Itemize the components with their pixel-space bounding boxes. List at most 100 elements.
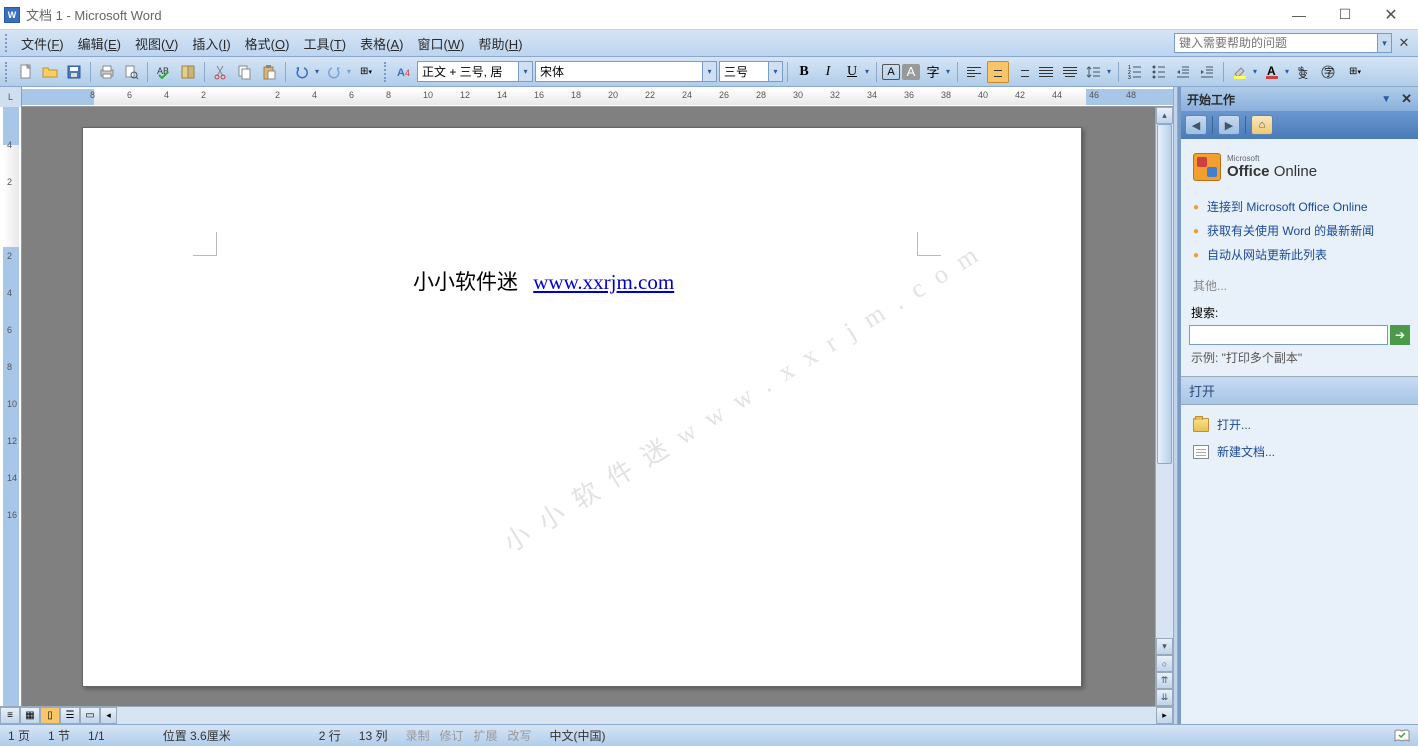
underline-button[interactable]: U	[841, 61, 863, 83]
toolbar-options-icon[interactable]: ⊞▾	[355, 61, 377, 83]
taskpane-home-icon[interactable]: ⌂	[1251, 115, 1273, 135]
open-file-link[interactable]: 打开...	[1189, 411, 1410, 438]
underline-dropdown[interactable]: ▾	[862, 67, 872, 76]
status-overwrite[interactable]: 改写	[508, 727, 532, 744]
close-button[interactable]: ✕	[1368, 1, 1414, 29]
taskpane-dropdown-icon[interactable]: ▼	[1381, 94, 1391, 105]
paste-icon[interactable]	[258, 61, 280, 83]
numbering-button[interactable]: 123	[1124, 61, 1146, 83]
menu-table[interactable]: 表格(A)	[353, 31, 410, 56]
horizontal-ruler[interactable]: L 86422468101214161820222426283032343638…	[0, 87, 1173, 107]
undo-icon[interactable]	[291, 61, 313, 83]
help-search-dropdown[interactable]: ▾	[1378, 33, 1392, 53]
enclose-char-button[interactable]: 字	[1317, 61, 1339, 83]
bullets-button[interactable]	[1148, 61, 1170, 83]
vertical-ruler[interactable]: 42246810121416	[0, 107, 22, 706]
taskpane-link-item[interactable]: 获取有关使用 Word 的最新新闻	[1189, 219, 1410, 243]
align-right-button[interactable]	[1011, 61, 1033, 83]
taskpane-link-item[interactable]: 自动从网站更新此列表	[1189, 243, 1410, 267]
menu-window[interactable]: 窗口(W)	[410, 31, 471, 56]
taskpane-other-link[interactable]: 其他...	[1193, 277, 1406, 294]
ruler-corner[interactable]: L	[0, 87, 22, 107]
scroll-up-icon[interactable]: ▴	[1156, 107, 1173, 124]
menu-help[interactable]: 帮助(H)	[471, 31, 529, 56]
redo-dropdown[interactable]: ▾	[344, 67, 354, 76]
align-justify-button[interactable]	[1035, 61, 1057, 83]
line-spacing-button[interactable]	[1083, 61, 1105, 83]
maximize-button[interactable]: ☐	[1322, 1, 1368, 29]
status-language[interactable]: 中文(中国)	[550, 727, 606, 744]
styles-pane-icon[interactable]: A4	[394, 61, 416, 83]
prev-page-icon[interactable]: ⇈	[1156, 672, 1173, 689]
scroll-thumb[interactable]	[1157, 124, 1172, 464]
vertical-scrollbar[interactable]: ▴ ▾ ○ ⇈ ⇊	[1155, 107, 1173, 706]
font-combo[interactable]: 宋体	[535, 61, 703, 82]
align-left-button[interactable]	[963, 61, 985, 83]
align-center-button[interactable]	[987, 61, 1009, 83]
research-icon[interactable]	[177, 61, 199, 83]
copy-icon[interactable]	[234, 61, 256, 83]
search-go-button[interactable]: ➔	[1390, 325, 1410, 345]
document-hyperlink[interactable]: www.xxrjm.com	[533, 270, 674, 294]
menu-format[interactable]: 格式(O)	[238, 31, 297, 56]
web-view-button[interactable]: ▦	[20, 707, 40, 724]
save-icon[interactable]	[63, 61, 85, 83]
taskpane-search-input[interactable]	[1189, 325, 1388, 345]
toolbar-options-2-icon[interactable]: ⊞▾	[1344, 61, 1366, 83]
redo-icon[interactable]	[323, 61, 345, 83]
doc-close-button[interactable]: ✕	[1396, 35, 1412, 51]
style-combo[interactable]: 正文 + 三号, 居	[417, 61, 519, 82]
highlight-dropdown[interactable]: ▾	[1250, 67, 1260, 76]
char-scaling-dropdown[interactable]: ▾	[943, 67, 953, 76]
style-combo-dropdown[interactable]: ▾	[519, 61, 533, 82]
open-icon[interactable]	[39, 61, 61, 83]
document-canvas[interactable]: 小小软件迷 www.xxrjm.com 小 小 软 件 迷 w w w . x …	[22, 107, 1155, 706]
status-revision[interactable]: 修订	[439, 727, 463, 744]
print-preview-icon[interactable]	[120, 61, 142, 83]
char-shading-button[interactable]: A	[902, 64, 920, 80]
italic-button[interactable]: I	[817, 61, 839, 83]
phonetic-guide-button[interactable]: ab变	[1293, 61, 1315, 83]
char-scaling-button[interactable]: 字	[922, 61, 944, 83]
status-record[interactable]: 录制	[405, 727, 429, 744]
next-page-icon[interactable]: ⇊	[1156, 689, 1173, 706]
menu-edit[interactable]: 编辑(E)	[71, 31, 128, 56]
document-body-text[interactable]: 小小软件迷 www.xxrjm.com	[413, 266, 674, 296]
help-search-input[interactable]	[1174, 33, 1378, 53]
scroll-left-icon[interactable]: ◂	[100, 707, 117, 724]
scroll-down-icon[interactable]: ▾	[1156, 638, 1173, 655]
new-document-link[interactable]: 新建文档...	[1189, 438, 1410, 465]
taskpane-close-icon[interactable]: ✕	[1401, 91, 1412, 107]
menu-view[interactable]: 视图(V)	[128, 31, 185, 56]
horizontal-scrollbar[interactable]	[134, 707, 1139, 724]
normal-view-button[interactable]: ≡	[0, 707, 20, 724]
taskpane-link-item[interactable]: 连接到 Microsoft Office Online	[1189, 195, 1410, 219]
print-view-button[interactable]: ▯	[40, 707, 60, 724]
align-distribute-button[interactable]	[1059, 61, 1081, 83]
browse-object-icon[interactable]: ○	[1156, 655, 1173, 672]
toolbar-handle-1[interactable]	[5, 62, 11, 82]
taskpane-back-icon[interactable]: ◀	[1185, 115, 1207, 135]
highlight-button[interactable]	[1229, 61, 1251, 83]
taskpane-forward-icon[interactable]: ▶	[1218, 115, 1240, 135]
increase-indent-button[interactable]	[1196, 61, 1218, 83]
font-color-dropdown[interactable]: ▾	[1282, 67, 1292, 76]
menubar-handle[interactable]	[5, 34, 11, 52]
decrease-indent-button[interactable]	[1172, 61, 1194, 83]
cut-icon[interactable]	[210, 61, 232, 83]
menu-tools[interactable]: 工具(T)	[296, 31, 353, 56]
spellcheck-icon[interactable]: AB	[153, 61, 175, 83]
line-spacing-dropdown[interactable]: ▾	[1104, 67, 1114, 76]
undo-dropdown[interactable]: ▾	[312, 67, 322, 76]
font-color-button[interactable]: A	[1261, 61, 1283, 83]
minimize-button[interactable]: —	[1276, 1, 1322, 29]
spellcheck-status-icon[interactable]	[1394, 729, 1410, 743]
toolbar-handle-2[interactable]	[384, 62, 390, 82]
menu-insert[interactable]: 插入(I)	[185, 31, 237, 56]
font-combo-dropdown[interactable]: ▾	[703, 61, 717, 82]
size-combo[interactable]: 三号	[719, 61, 769, 82]
size-combo-dropdown[interactable]: ▾	[769, 61, 783, 82]
reading-view-button[interactable]: ▭	[80, 707, 100, 724]
menu-file[interactable]: 文件(F)	[14, 31, 71, 56]
bold-button[interactable]: B	[793, 61, 815, 83]
